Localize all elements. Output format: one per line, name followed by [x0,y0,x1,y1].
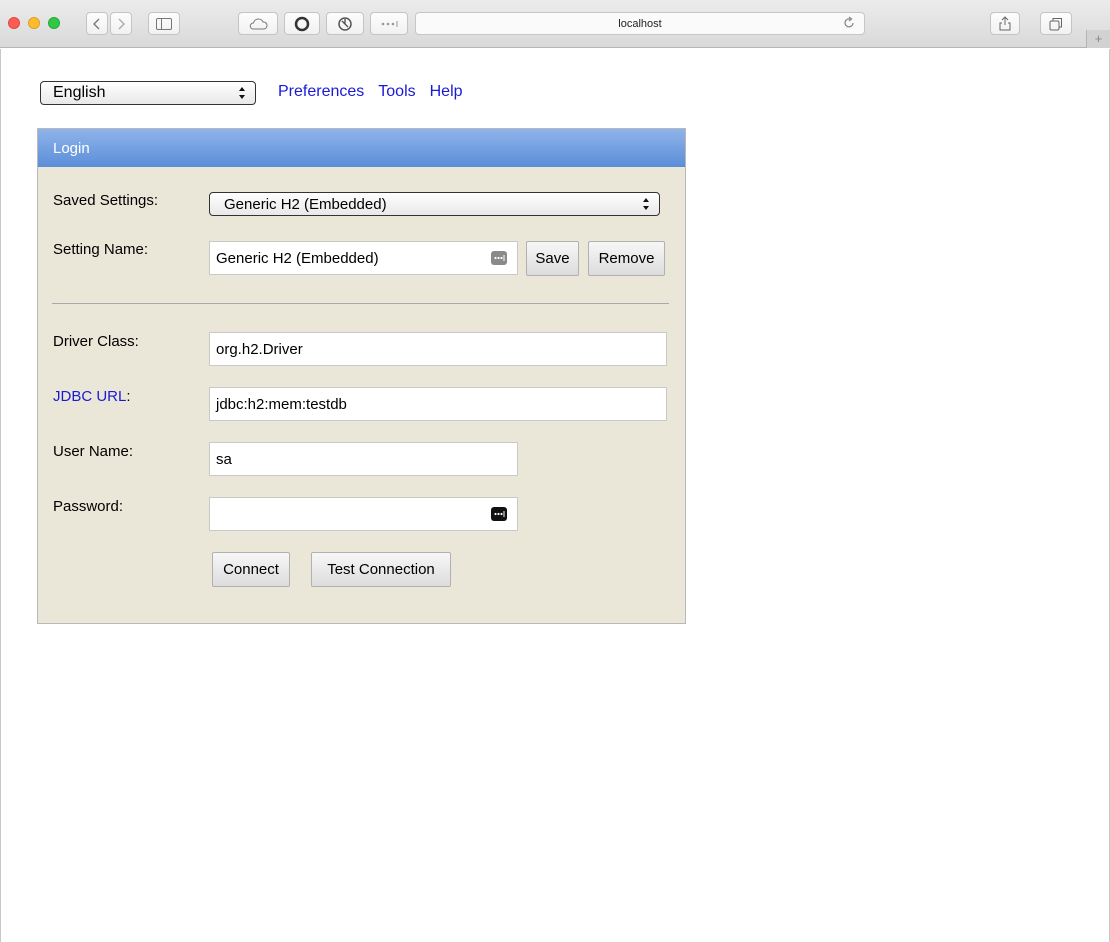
circle-icon [294,16,310,31]
driver-class-label: Driver Class: [53,333,139,350]
save-button[interactable]: Save [526,241,579,276]
back-button[interactable] [86,12,108,35]
setting-name-label: Setting Name: [53,241,149,258]
new-tab-button[interactable]: + [1086,30,1110,48]
login-panel: Login Saved Settings: Generic H2 (Embedd… [37,128,686,624]
divider [52,303,669,304]
connect-button[interactable]: Connect [212,552,290,587]
user-name-input[interactable]: sa [209,442,518,476]
select-arrows-icon [643,198,649,210]
share-icon [999,16,1011,31]
forward-button[interactable] [110,12,132,35]
help-link[interactable]: Help [430,83,463,100]
extension-button[interactable] [284,12,320,35]
share-button[interactable] [990,12,1020,35]
chevron-right-icon [118,18,125,29]
left-border [0,49,1,942]
preferences-link[interactable]: Preferences [278,83,364,100]
address-bar[interactable]: localhost [415,12,865,35]
browser-toolbar: localhost + [0,0,1110,48]
saved-settings-label: Saved Settings: [53,192,159,209]
saved-settings-value: Generic H2 (Embedded) [224,196,387,213]
jdbc-url-label: JDBC URL: [53,388,131,405]
sidebar-button[interactable] [148,12,180,35]
page-viewport: English Preferences Tools Help Login Saved… [0,49,1110,942]
extension-3-button[interactable] [370,12,408,35]
setting-name-input[interactable]: Generic H2 (Embedded) [209,241,518,275]
login-header: Login [38,129,685,167]
jdbc-url-link[interactable]: JDBC URL [53,388,126,405]
icloud-button[interactable] [238,12,278,35]
password-input[interactable] [209,497,518,531]
select-arrows-icon [239,87,245,99]
cloud-icon [249,17,268,29]
driver-class-input[interactable]: org.h2.Driver [209,332,667,366]
sidebar-icon [156,17,172,30]
language-select-value: English [53,84,106,101]
extension-2-button[interactable] [326,12,364,35]
tabs-overview-button[interactable] [1040,12,1072,35]
address-text: localhost [618,18,662,30]
dots-icon [381,20,398,27]
password-key-icon[interactable] [491,251,507,265]
password-label: Password: [53,498,124,515]
chevron-left-icon [93,18,100,29]
jdbc-url-input[interactable]: jdbc:h2:mem:testdb [209,387,667,421]
clock-icon [338,16,352,31]
minimize-window-button[interactable] [28,17,40,29]
user-name-label: User Name: [53,443,134,460]
reload-icon[interactable] [842,16,856,35]
zoom-window-button[interactable] [48,17,60,29]
test-connection-button[interactable]: Test Connection [311,552,451,587]
tabs-icon [1049,17,1062,30]
jdbc-url-colon: : [126,388,131,405]
close-window-button[interactable] [8,17,20,29]
language-select[interactable]: English [40,81,256,105]
saved-settings-select[interactable]: Generic H2 (Embedded) [209,192,660,216]
setting-name-value: Generic H2 (Embedded) [216,250,379,267]
tools-link[interactable]: Tools [378,83,415,100]
top-nav: Preferences Tools Help [278,83,477,101]
password-key-icon[interactable] [491,507,507,521]
remove-button[interactable]: Remove [588,241,665,276]
